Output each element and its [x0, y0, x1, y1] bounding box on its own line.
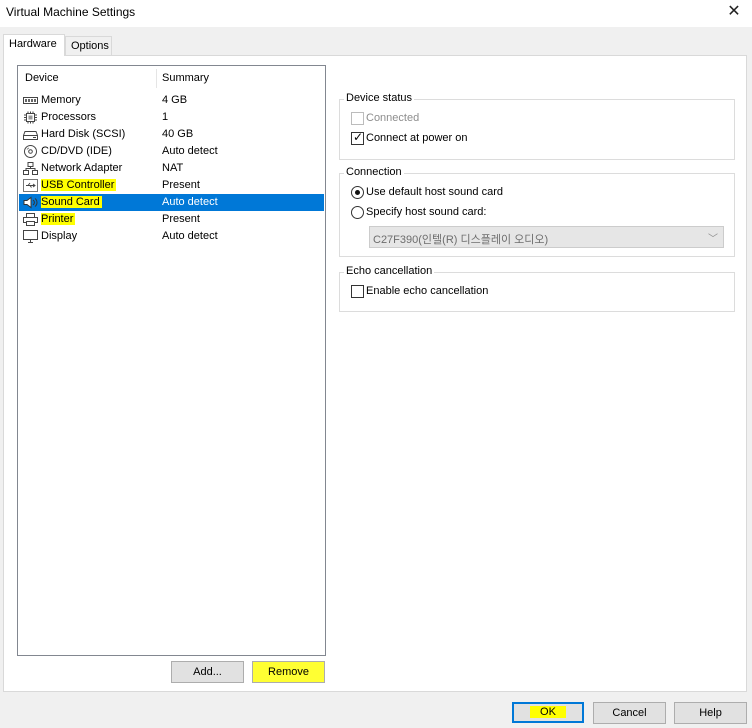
summary-column-header[interactable]: Summary — [162, 72, 209, 84]
connected-checkbox[interactable] — [351, 112, 364, 125]
device-summary: Auto detect — [162, 196, 218, 208]
checkmark-icon: ✓ — [353, 130, 364, 144]
cd-dvd-icon — [24, 145, 37, 158]
close-icon[interactable]: ✕ — [724, 2, 744, 22]
echo-cancellation-title: Echo cancellation — [344, 265, 435, 277]
device-summary: 4 GB — [162, 94, 188, 106]
device-summary: 40 GB — [162, 128, 194, 140]
sound-card-icon — [23, 196, 38, 209]
radio-dot-icon — [355, 190, 360, 195]
processor-icon — [24, 111, 37, 124]
device-name: Display — [41, 230, 78, 242]
device-row-memory[interactable]: Memory 4 GB — [19, 92, 324, 109]
device-summary: Present — [162, 179, 200, 191]
device-row-processors[interactable]: Processors 1 — [19, 109, 324, 126]
column-separator[interactable] — [156, 69, 157, 88]
device-name: Sound Card — [41, 196, 102, 208]
device-summary: 1 — [162, 111, 169, 123]
device-list[interactable]: Device Summary Memory 4 GB Processors 1 … — [17, 65, 326, 656]
enable-echo-cancellation-label: Enable echo cancellation — [366, 285, 489, 297]
device-row-network-adapter[interactable]: Network Adapter NAT — [19, 160, 324, 177]
device-row-printer[interactable]: Printer Present — [19, 211, 324, 228]
specify-host-sound-card-label: Specify host sound card: — [366, 206, 487, 218]
hardware-tab-panel: Device Summary Memory 4 GB Processors 1 … — [3, 55, 747, 692]
hard-disk-icon — [23, 131, 38, 140]
device-rows: Memory 4 GB Processors 1 Hard Disk (SCSI… — [19, 92, 324, 245]
device-name: USB Controller — [41, 179, 117, 191]
enable-echo-cancellation-checkbox[interactable] — [351, 285, 364, 298]
network-adapter-icon — [23, 162, 38, 175]
specify-host-sound-card-radio[interactable] — [351, 206, 364, 219]
device-row-display[interactable]: Display Auto detect — [19, 228, 324, 245]
ok-button[interactable]: OK — [512, 702, 584, 723]
dialog-body: Hardware Options Device Summary Memory 4… — [0, 27, 752, 728]
device-name: CD/DVD (IDE) — [41, 145, 112, 157]
connected-label: Connected — [366, 112, 420, 124]
display-icon — [23, 230, 38, 243]
device-row-usb-controller[interactable]: USB Controller Present — [19, 177, 324, 194]
device-row-sound-card[interactable]: Sound Card Auto detect — [19, 194, 324, 211]
device-column-header[interactable]: Device — [25, 72, 59, 84]
cancel-button[interactable]: Cancel — [593, 702, 666, 724]
device-summary: Auto detect — [162, 230, 218, 242]
ok-label: OK — [530, 706, 566, 718]
tab-options[interactable]: Options — [65, 36, 112, 56]
device-name: Processors — [41, 111, 97, 123]
connection-title: Connection — [344, 166, 404, 178]
window-title: Virtual Machine Settings — [6, 5, 136, 19]
device-name: Hard Disk (SCSI) — [41, 128, 126, 140]
device-row-cd-dvd[interactable]: CD/DVD (IDE) Auto detect — [19, 143, 324, 160]
connect-at-power-on-checkbox[interactable]: ✓ — [351, 130, 364, 145]
add-button[interactable]: Add... — [171, 661, 244, 683]
host-sound-card-select[interactable]: C27F390(인텔(R) 디스플레이 오디오) ﹀ — [369, 226, 724, 248]
device-row-hard-disk[interactable]: Hard Disk (SCSI) 40 GB — [19, 126, 324, 143]
device-summary: Auto detect — [162, 145, 218, 157]
title-bar: Virtual Machine Settings ✕ — [0, 0, 752, 27]
connect-at-power-on-label: Connect at power on — [366, 132, 468, 144]
chevron-down-icon: ﹀ — [708, 234, 718, 245]
memory-icon — [23, 97, 38, 104]
use-default-host-sound-card-label: Use default host sound card — [366, 186, 503, 198]
device-name: Printer — [41, 213, 76, 225]
device-name: Network Adapter — [41, 162, 123, 174]
usb-controller-icon — [23, 179, 38, 192]
host-sound-card-value: C27F390(인텔(R) 디스플레이 오디오) — [373, 234, 549, 246]
help-button[interactable]: Help — [674, 702, 747, 724]
tab-hardware[interactable]: Hardware — [3, 34, 65, 56]
device-name: Memory — [41, 94, 81, 106]
device-summary: Present — [162, 213, 200, 225]
printer-icon — [23, 213, 38, 226]
use-default-host-sound-card-radio[interactable] — [351, 186, 364, 199]
device-status-group — [339, 99, 735, 160]
device-summary: NAT — [162, 162, 184, 174]
remove-button[interactable]: Remove — [252, 661, 325, 683]
device-status-title: Device status — [344, 92, 415, 104]
